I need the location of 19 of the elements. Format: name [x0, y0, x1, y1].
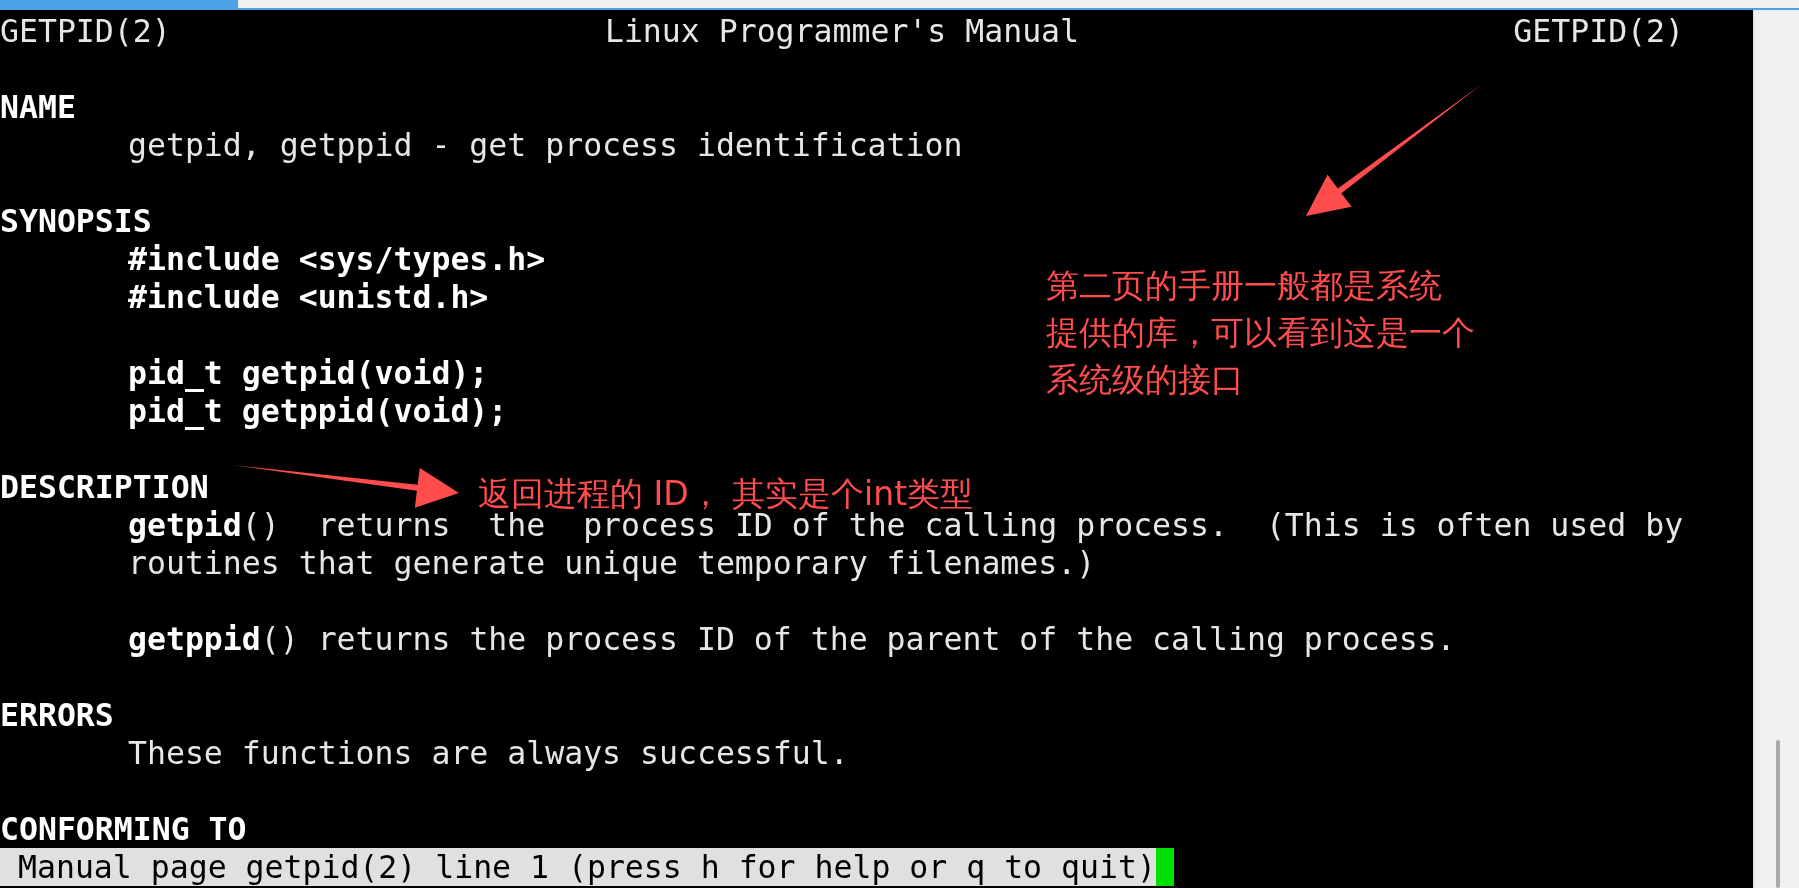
manual-text: pid_t getpid(void);: [128, 355, 489, 391]
annotation-note: 第二页的手册一般都是系统 提供的库，可以看到这是一个 系统级的接口: [1046, 265, 1475, 401]
manual-text: #include <sys/types.h>: [128, 241, 546, 277]
section-heading: DESCRIPTION: [0, 468, 209, 506]
manual-text: pid_t getppid(void);: [128, 393, 508, 429]
section-heading: CONFORMING TO: [0, 810, 247, 848]
manual-text: #include <unistd.h>: [128, 279, 489, 315]
section-heading: ERRORS: [0, 696, 114, 734]
manual-text: routines that generate unique temporary filenames.): [128, 545, 1096, 581]
page-title: GETPID(2): [1513, 12, 1684, 50]
section-heading: NAME: [0, 88, 76, 126]
pager-status: Manual page getpid(2) line 1 (press h for help or q to quit): [0, 848, 1156, 886]
page-title: GETPID(2): [0, 12, 171, 50]
manual-text: getppid() returns the process ID of the parent of the calling process.: [128, 621, 1456, 657]
manual-text: These functions are always successful.: [128, 735, 849, 771]
scrollbar[interactable]: [1776, 740, 1780, 888]
manual-title: Linux Programmer's Manual: [604, 12, 1080, 50]
section-heading: SYNOPSIS: [0, 202, 152, 240]
manual-text: getpid, getppid - get process identification: [128, 127, 963, 163]
